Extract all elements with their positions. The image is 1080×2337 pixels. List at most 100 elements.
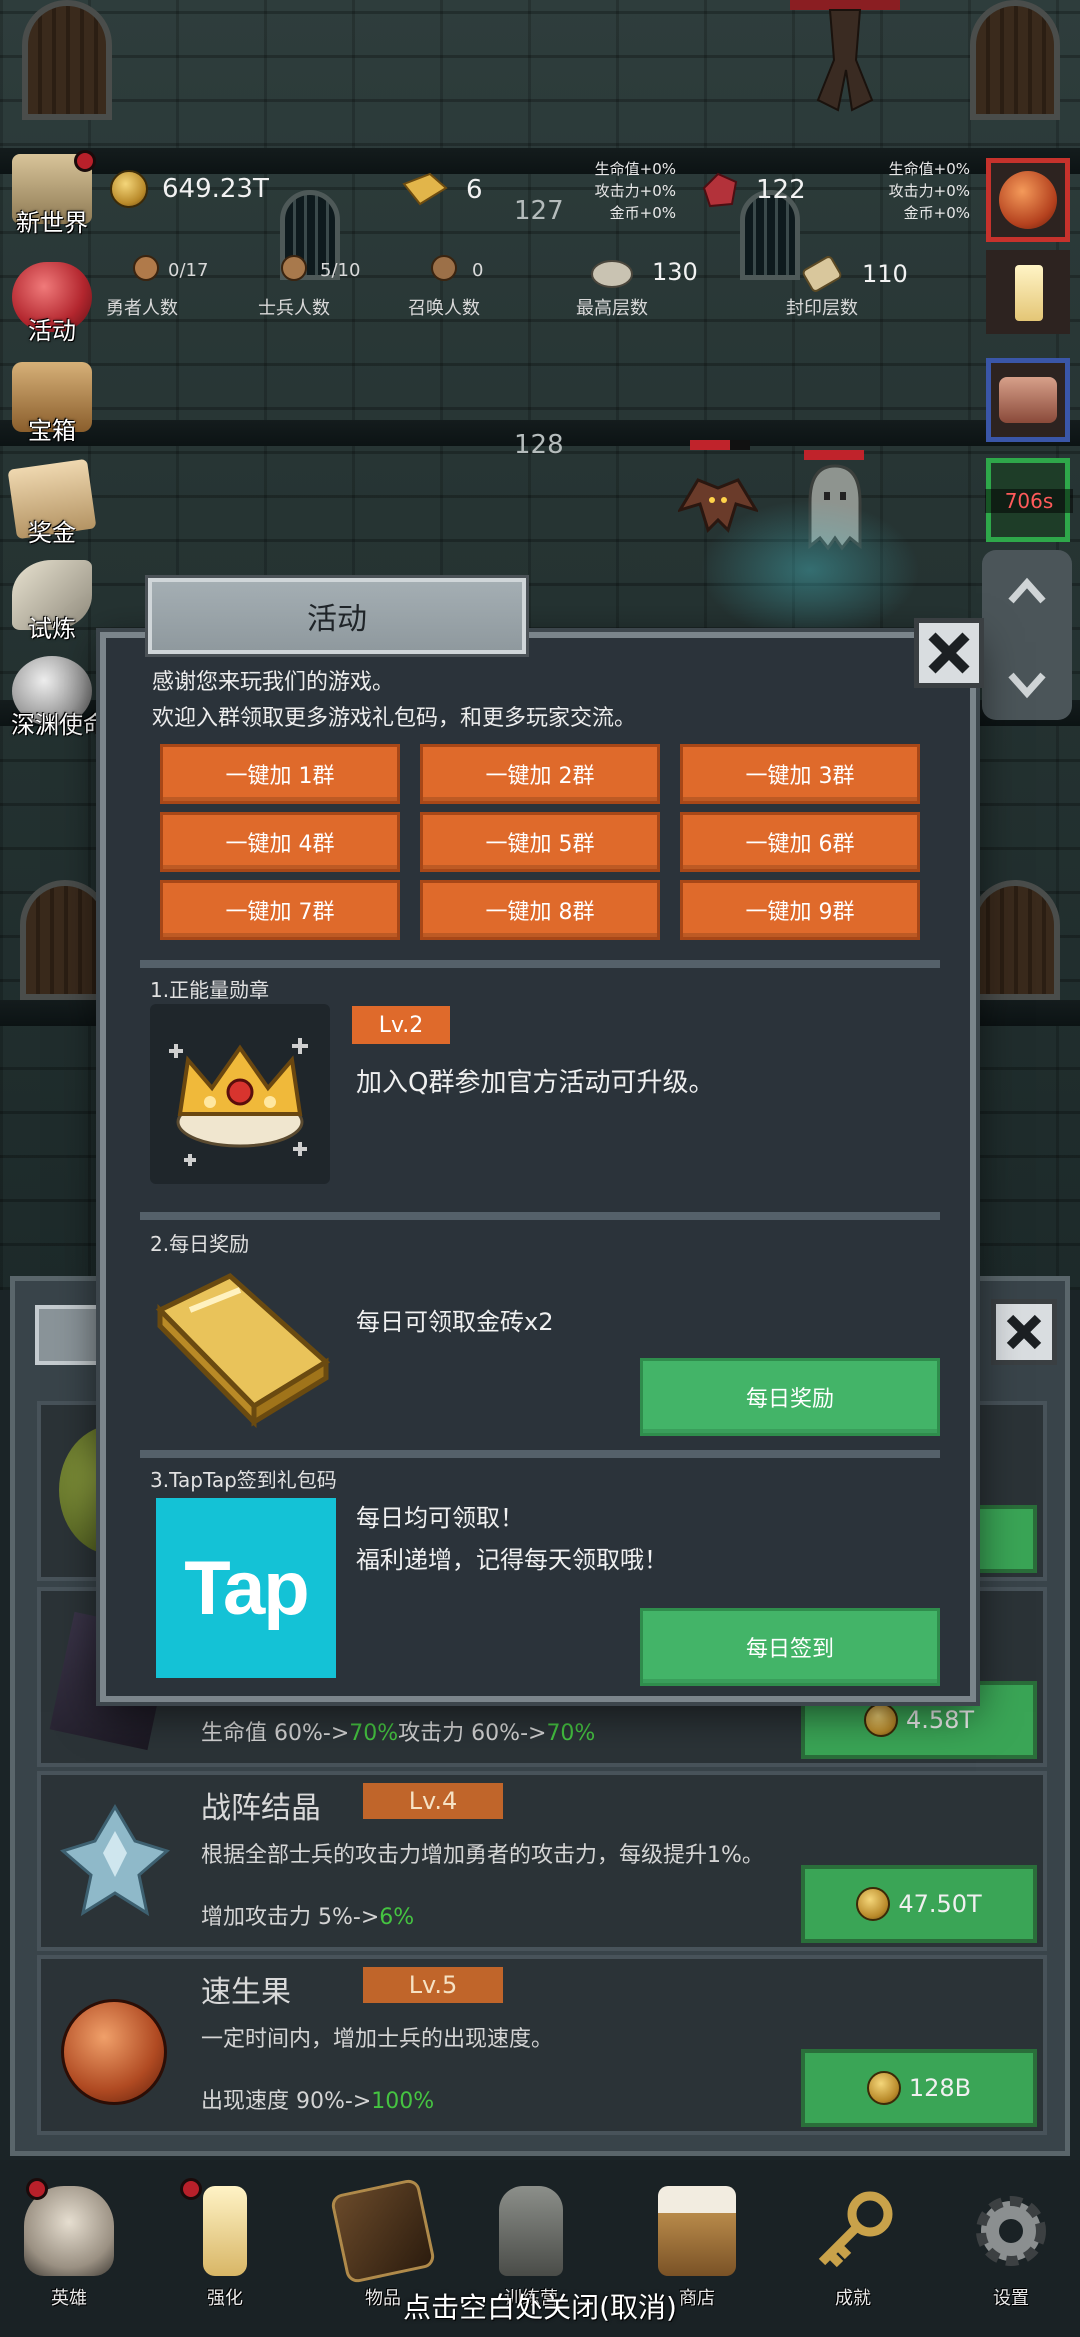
enemy-hp-bar: [690, 440, 750, 450]
gold-brick-counter: 6: [400, 170, 483, 210]
join-group-button-6[interactable]: 一键加 6群: [680, 812, 920, 872]
taptap-text-line1: 每日均可领取！: [356, 1504, 524, 1532]
upgrade-stat: 增加攻击力 5%->6%: [201, 1905, 415, 1930]
scroll-up-button[interactable]: [982, 556, 1072, 626]
taptap-logo-text: Tap: [184, 1545, 309, 1631]
candle-icon: [1015, 265, 1043, 321]
section-divider: [140, 1450, 940, 1458]
floor-scroll-control: [982, 550, 1072, 720]
floor-number-mid: 128: [514, 430, 564, 460]
scroll-down-button[interactable]: [982, 650, 1072, 720]
upgrade-description: 根据全部士兵的攻击力增加勇者的攻击力，每级提升1%。: [201, 1843, 764, 1868]
section-divider: [140, 1212, 940, 1220]
gold-value: 649.23T: [162, 174, 269, 204]
close-hint-text[interactable]: 点击空白处关闭(取消): [0, 2286, 1080, 2326]
side-menu-trial[interactable]: 试炼: [4, 556, 100, 644]
side-menu-bonus[interactable]: 奖金: [4, 458, 100, 548]
soldier-head-icon: [281, 255, 307, 281]
join-group-button-3[interactable]: 一键加 3群: [680, 744, 920, 804]
summon-head-icon: [431, 255, 457, 281]
badge-description: 加入Q群参加官方活动可升级。: [356, 1068, 715, 1098]
taptap-logo: Tap: [156, 1498, 336, 1678]
chevron-down-icon: [1008, 672, 1046, 699]
notification-dot: [74, 150, 96, 172]
upgrade-level-badge: Lv.4: [363, 1783, 503, 1819]
section-title-badge: 1.正能量勋章: [150, 978, 270, 1002]
gold-coin-icon: [110, 170, 148, 208]
upgrade-card-growth-fruit: 速生果 Lv.5 一定时间内，增加士兵的出现速度。 出现速度 90%->100%…: [37, 1955, 1047, 2135]
hero-head-icon: [133, 255, 159, 281]
gold-coin-icon: [863, 1703, 898, 1737]
upgrade-buy-button[interactable]: 47.50T: [801, 1865, 1037, 1943]
taptap-text-line2: 福利递增，记得每天领取哦！: [356, 1546, 668, 1574]
notification-dot: [180, 2178, 202, 2200]
candle-icon: [203, 2186, 247, 2276]
section-title-taptap: 3.TapTap签到礼包码: [150, 1468, 337, 1492]
seal-floor-label: 封印层数: [786, 298, 858, 319]
key-icon: [818, 2191, 893, 2268]
gold-counter: 649.23T: [110, 170, 269, 208]
fruit-icon: [61, 1999, 167, 2105]
portal-glow: [700, 500, 920, 640]
join-group-button-8[interactable]: 一键加 8群: [420, 880, 660, 940]
right-boss-timer[interactable]: 706s: [985, 458, 1073, 542]
book-icon: [329, 2177, 437, 2285]
dungeon-door: [970, 0, 1060, 120]
side-menu-treasure-chest[interactable]: 宝箱: [4, 358, 100, 446]
join-group-button-4[interactable]: 一键加 4群: [160, 812, 400, 872]
upgrade-buy-button[interactable]: 128B: [801, 2049, 1037, 2127]
right-buff-candle[interactable]: [986, 250, 1070, 334]
max-floor-label: 最高层数: [576, 298, 648, 319]
upgrade-stat: 出现速度 90%->100%: [201, 2089, 435, 2114]
join-group-button-5[interactable]: 一键加 5群: [420, 812, 660, 872]
ice-crystal-icon: [59, 1804, 171, 1917]
join-group-button-1[interactable]: 一键加 1群: [160, 744, 400, 804]
beer-mug-icon: [658, 2186, 736, 2276]
floor-number-top: 127: [514, 196, 564, 226]
right-buff-scroll[interactable]: [986, 358, 1070, 442]
modal-intro-line2: 欢迎入群领取更多游戏礼包码，和更多玩家交流。: [152, 706, 637, 731]
summon-count-label: 召唤人数: [408, 298, 480, 319]
medal-frame: [150, 1004, 330, 1184]
close-icon: [928, 632, 970, 674]
chevron-up-icon: [1008, 577, 1046, 604]
gem-value: 122: [756, 175, 806, 205]
daily-reward-text: 每日可领取金砖x2: [356, 1308, 554, 1336]
daily-reward-button[interactable]: 每日奖励: [640, 1358, 940, 1436]
soldier-count-label: 士兵人数: [258, 298, 330, 319]
right-buff-apple[interactable]: [986, 158, 1070, 242]
enemy-hp-bar: [804, 450, 864, 460]
join-group-button-9[interactable]: 一键加 9群: [680, 880, 920, 940]
side-menu-abyss-mission[interactable]: 深渊使命: [4, 652, 114, 740]
gold-coin-icon: [866, 2071, 901, 2105]
hero-count-label: 勇者人数: [106, 298, 178, 319]
upgrade-panel-close-button[interactable]: [991, 1299, 1057, 1365]
buff-stats-left: 生命值+0% 攻击力+0% 金币+0%: [594, 160, 676, 222]
gem-counter: 122: [700, 170, 806, 210]
seal-floor-group: 110: [800, 254, 908, 294]
join-group-button-2[interactable]: 一键加 2群: [420, 744, 660, 804]
scroll-icon: [802, 256, 842, 292]
upgrade-description: 一定时间内，增加士兵的出现速度。: [201, 2027, 554, 2052]
modal-title-tab: 活动: [148, 578, 526, 654]
section-title-daily-reward: 2.每日奖励: [150, 1232, 250, 1256]
crown-medal-icon: [169, 1038, 308, 1166]
modal-title: 活动: [307, 602, 367, 637]
notification-dot: [26, 2178, 48, 2200]
side-menu-new-world[interactable]: 新世界: [4, 150, 100, 238]
daily-checkin-button[interactable]: 每日签到: [640, 1608, 940, 1686]
side-menu-activity[interactable]: 活动: [4, 258, 100, 346]
upgrade-name: 战阵结晶: [201, 1791, 321, 1826]
close-icon: [1006, 1314, 1042, 1350]
stone-icon: [591, 260, 633, 288]
join-group-button-7[interactable]: 一键加 7群: [160, 880, 400, 940]
lantern-icon: [499, 2186, 563, 2276]
buff-stats-right: 生命值+0% 攻击力+0% 金币+0%: [888, 160, 970, 222]
modal-close-button[interactable]: [914, 618, 984, 688]
apple-icon: [999, 171, 1057, 229]
dungeon-door: [22, 0, 112, 120]
upgrade-stat-partial: 生命值 60%->70%攻击力 60%->70%: [201, 1721, 596, 1746]
gold-bar-icon: [155, 1273, 331, 1429]
gold-brick-icon: [402, 172, 448, 206]
scroll-item-icon: [999, 377, 1057, 423]
